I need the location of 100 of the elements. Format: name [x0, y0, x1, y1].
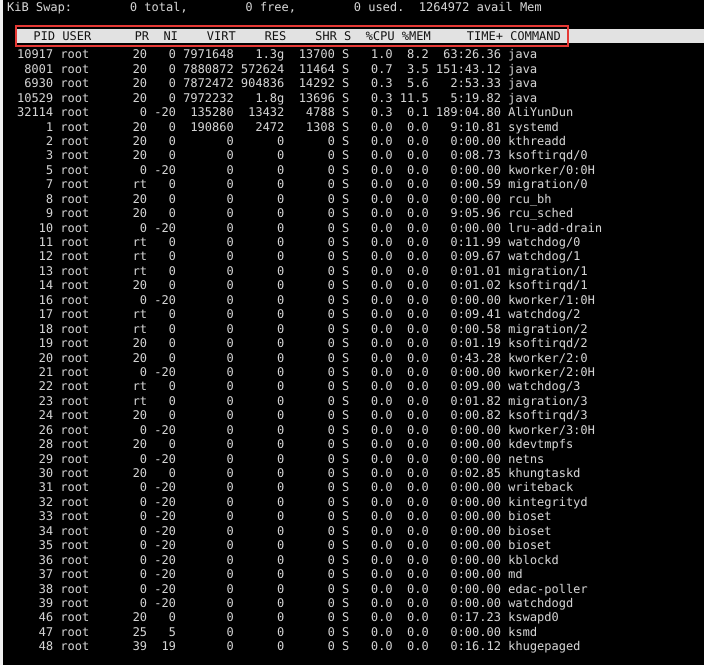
table-cell-text: 0	[225, 192, 234, 206]
table-cell-text: 0	[138, 292, 148, 308]
table-cell-text: 0	[276, 307, 284, 322]
table-cell: S	[342, 379, 350, 394]
table-cell-text: 0.0	[370, 552, 393, 568]
table-cell-text: rt	[132, 394, 148, 408]
table-cell-text: 0.0	[406, 437, 429, 452]
table-cell-text: 0	[326, 494, 335, 510]
table-cell-text: 0	[276, 264, 284, 278]
table-cell-text: 13696	[298, 90, 335, 106]
table-cell-text: 0	[225, 466, 234, 480]
table-cell-text: 7	[44, 177, 54, 192]
table-cell-text: 48	[38, 639, 54, 654]
table-cell-text: 21	[38, 364, 54, 380]
table-cell-text: root	[60, 524, 90, 538]
table-cell-text: 0	[276, 148, 284, 163]
table-cell-text: 0	[276, 235, 284, 250]
table-cell-text: 0	[168, 350, 176, 365]
table-cell-text: 0.0	[406, 364, 429, 380]
table-cell-text: 0	[326, 567, 335, 582]
table-cell-text: 0	[225, 235, 234, 250]
table-cell-text: 0:00.00	[449, 624, 501, 640]
table-cell-text: root	[60, 639, 90, 654]
table-cell-text: 8.2	[406, 47, 429, 62]
table-cell-text: 0	[225, 177, 234, 192]
table-cell: S	[342, 292, 350, 308]
table-cell-text: 0:00.82	[449, 408, 501, 423]
table-cell-text: 0.0	[370, 220, 393, 235]
table-cell-text: 0.0	[370, 567, 393, 582]
table-cell-text: 1.3g	[254, 47, 284, 62]
table-cell: 10529	[17, 90, 54, 106]
table-cell: 7972232	[183, 90, 234, 106]
table-cell: S	[342, 47, 350, 62]
table-cell-text: 24	[38, 408, 54, 423]
table-cell: S	[342, 322, 350, 336]
table-cell: S	[342, 509, 350, 524]
table-cell-text: 0.0	[406, 192, 429, 206]
table-cell-text: 1.8g	[254, 90, 284, 106]
table-cell-text: root	[60, 249, 90, 264]
table-cell: -20	[154, 509, 176, 524]
table-cell-text: 0	[225, 134, 234, 148]
table-cell-text: watchdog/0	[508, 235, 582, 250]
table-cell-text: 0	[225, 292, 234, 308]
table-cell-text: 0.0	[406, 235, 429, 250]
table-cell-text: 0	[138, 509, 148, 524]
table-cell-text: 0	[326, 177, 335, 192]
table-cell-text: 0	[276, 177, 284, 192]
table-cell-text: root	[60, 538, 90, 553]
table-cell-text: 0:00.00	[449, 582, 501, 596]
table-cell-text: 0:00.00	[449, 437, 501, 452]
table-cell-text: java	[508, 76, 538, 91]
table-cell-text: 20	[132, 408, 148, 423]
table-cell-text: 0	[276, 322, 284, 336]
table-cell-text: ksoftirqd/3	[508, 408, 589, 423]
table-cell-text: 6930	[23, 76, 54, 91]
column-header: S	[344, 28, 352, 44]
table-cell-text: 0	[276, 452, 284, 466]
table-cell: -20	[154, 452, 176, 466]
table-cell-text: ksmd	[508, 624, 538, 640]
table-cell-text: 0	[276, 192, 284, 206]
table-cell: S	[342, 350, 350, 365]
table-cell-text: 0	[225, 148, 234, 163]
table-cell-text: 0.0	[370, 278, 393, 293]
table-cell-text: 0	[276, 538, 284, 553]
table-cell-text: 0.0	[370, 394, 393, 408]
table-cell-text: root	[60, 220, 90, 235]
table-cell-text: 0	[326, 278, 335, 293]
table-cell-text: 0	[276, 567, 284, 582]
table-cell: S	[342, 162, 350, 178]
table-cell-text: 0	[168, 47, 176, 62]
table-cell: 189:04.80	[436, 105, 501, 120]
table-cell-text: netns	[508, 452, 546, 466]
table-cell-text: 0	[138, 162, 148, 178]
table-cell-text: 0	[326, 336, 335, 350]
table-cell-text: root	[60, 494, 90, 510]
table-cell-text: 0:01.82	[449, 394, 501, 408]
table-cell-text: 0	[225, 322, 234, 336]
table-cell: -20	[154, 220, 176, 235]
table-cell-text: 0.0	[370, 524, 393, 538]
table-cell-text: java	[508, 90, 538, 106]
table-cell-text: 0.0	[406, 148, 429, 163]
table-cell-text: 36	[38, 552, 54, 568]
column-header: %CPU	[364, 28, 395, 44]
table-cell-text: 0:09.67	[449, 249, 501, 264]
table-cell-text: 0	[276, 422, 284, 438]
table-cell-text: 0	[276, 494, 284, 510]
table-cell-text: 0	[225, 494, 234, 510]
table-cell-text: bioset	[508, 509, 552, 524]
table-cell-text: 14	[38, 278, 54, 293]
table-cell-text: root	[60, 177, 90, 192]
table-cell-text: 0	[276, 249, 284, 264]
table-cell: S	[342, 364, 350, 380]
table-cell-text: 0:00.00	[449, 422, 501, 438]
table-cell-text: 2472	[254, 120, 284, 134]
table-cell: S	[342, 62, 350, 76]
table-cell-text: migration/0	[508, 177, 589, 192]
table-cell: -20	[154, 480, 176, 495]
table-cell-text: 0.3	[370, 105, 393, 120]
table-cell-text: 0	[326, 422, 335, 438]
table-cell: S	[342, 480, 350, 495]
